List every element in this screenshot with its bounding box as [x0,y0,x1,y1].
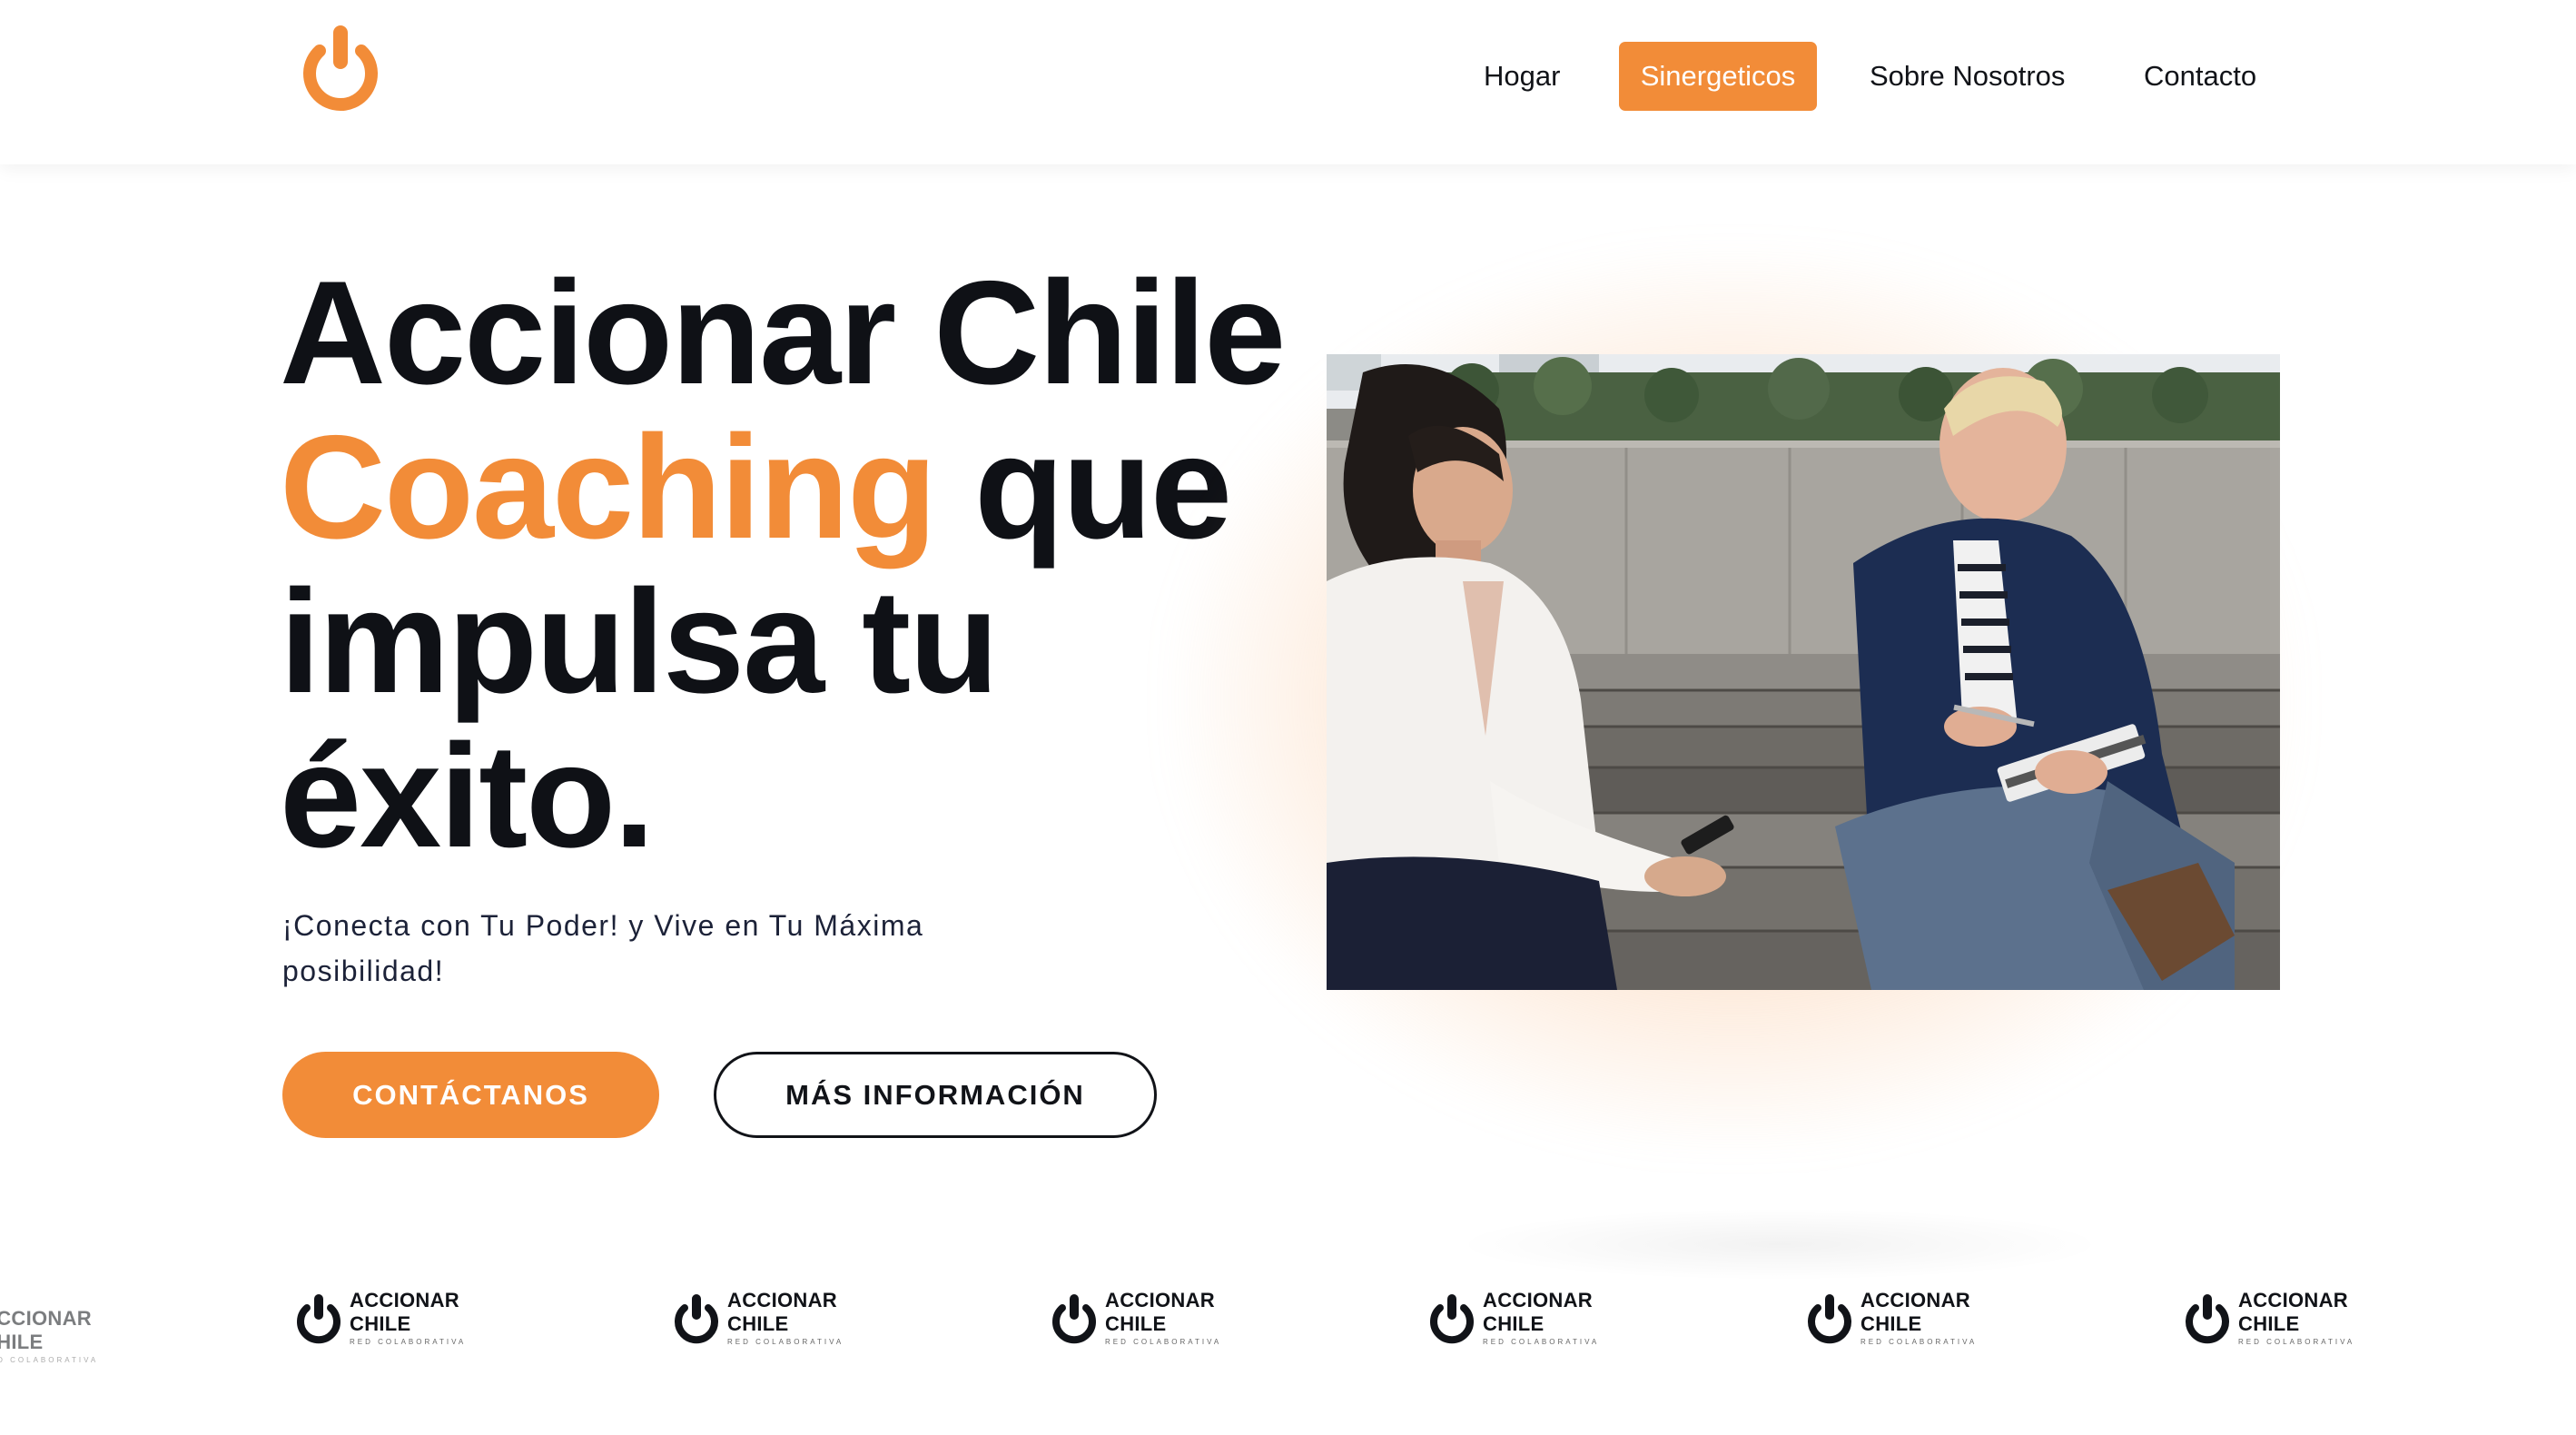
power-icon [1430,1294,1474,1344]
hero-title-line-2: Coaching que [280,411,1278,565]
nav-item-sinergeticos[interactable]: Sinergeticos [1619,42,1817,111]
partner-logo-line1: ACCIONAR [1105,1289,1215,1311]
hero-title: Accionar Chile Coaching que impulsa tu é… [280,251,1286,878]
partner-logo-line1: ACCIONAR [2238,1289,2348,1311]
partner-logo-line1: ACCIONAR [1860,1289,1970,1311]
partner-logo-tag: RED COLABORATIVA [0,1356,99,1364]
partner-logo-line2: CHILE [727,1312,789,1335]
partner-logo-name: ACCIONARCHILE [1860,1289,1970,1336]
power-icon [297,1294,341,1344]
partner-logo-tag: RED COLABORATIVA [1105,1338,1222,1346]
partner-logo-line2: CHILE [2238,1312,2300,1335]
nav-item-hogar[interactable]: Hogar [1484,42,1560,111]
hero-title-line-4: éxito. [280,714,655,878]
partner-logo-line1: ACCIONAR [0,1307,92,1330]
partner-logo-line1: ACCIONAR [727,1289,837,1311]
partner-logo-name: ACCIONARCHILE [1105,1289,1215,1336]
partner-logo-tag: RED COLABORATIVA [1483,1338,1600,1346]
power-icon [2186,1294,2229,1344]
partner-logo: ACCIONARCHILE RED COLABORATIVA [2184,1285,2352,1349]
partner-logo-tag: RED COLABORATIVA [350,1338,467,1346]
contact-button[interactable]: CONTÁCTANOS [282,1052,659,1138]
partner-logo-line2: CHILE [1483,1312,1545,1335]
partner-logo-line2: CHILE [0,1331,44,1353]
hero-subtitle: ¡Conecta con Tu Poder! y Vive en Tu Máxi… [282,909,924,987]
partner-logo-tag: RED COLABORATIVA [727,1338,844,1346]
logo-strip-shadow [1453,1208,2107,1281]
partner-logo: ACCIONARCHILE RED COLABORATIVA [673,1285,841,1349]
power-icon[interactable] [300,24,381,114]
partner-logo: ACCIONARCHILE RED COLABORATIVA [1806,1285,1974,1349]
partner-logo-tag: RED COLABORATIVA [2238,1338,2355,1346]
partner-logo-name: ACCIONARCHILE [350,1289,459,1336]
partner-logo-name: ACCIONARCHILE [727,1289,837,1336]
power-icon [1052,1294,1096,1344]
hero-title-accent: Coaching [280,405,937,569]
power-icon [1808,1294,1851,1344]
nav-item-sobre-nosotros[interactable]: Sobre Nosotros [1870,42,2065,111]
hero-title-line-3: impulsa tu [280,559,999,724]
partner-logo: ACCIONARCHILE RED COLABORATIVA [1051,1285,1219,1349]
partner-logo: ACCIONARCHILE RED COLABORATIVA [295,1285,463,1349]
hero-title-line-1: Accionar Chile [280,251,1286,415]
partner-logo-line1: ACCIONAR [350,1289,459,1311]
nav-item-contacto[interactable]: Contacto [2144,42,2256,111]
main-nav: Hogar Sinergeticos Sobre Nosotros Contac… [1453,42,2270,111]
partner-logo: ACCIONARCHILE RED COLABORATIVA [0,1303,95,1367]
partner-logo-name: ACCIONARCHILE [2238,1289,2348,1336]
partner-logo: ACCIONARCHILE RED COLABORATIVA [1428,1285,1596,1349]
partner-logo-line2: CHILE [1860,1312,1922,1335]
partner-logo-line2: CHILE [350,1312,411,1335]
more-info-button[interactable]: MÁS INFORMACIÓN [714,1052,1157,1138]
hero-photo [1327,354,2280,990]
power-icon [675,1294,718,1344]
site-header: Hogar Sinergeticos Sobre Nosotros Contac… [0,0,2576,164]
partner-logo-tag: RED COLABORATIVA [1860,1338,1978,1346]
partner-logo-line1: ACCIONAR [1483,1289,1593,1311]
partner-logo-name: ACCIONARCHILE [1483,1289,1593,1336]
partner-logo-name: ACCIONARCHILE [0,1307,92,1354]
partner-logo-line2: CHILE [1105,1312,1167,1335]
